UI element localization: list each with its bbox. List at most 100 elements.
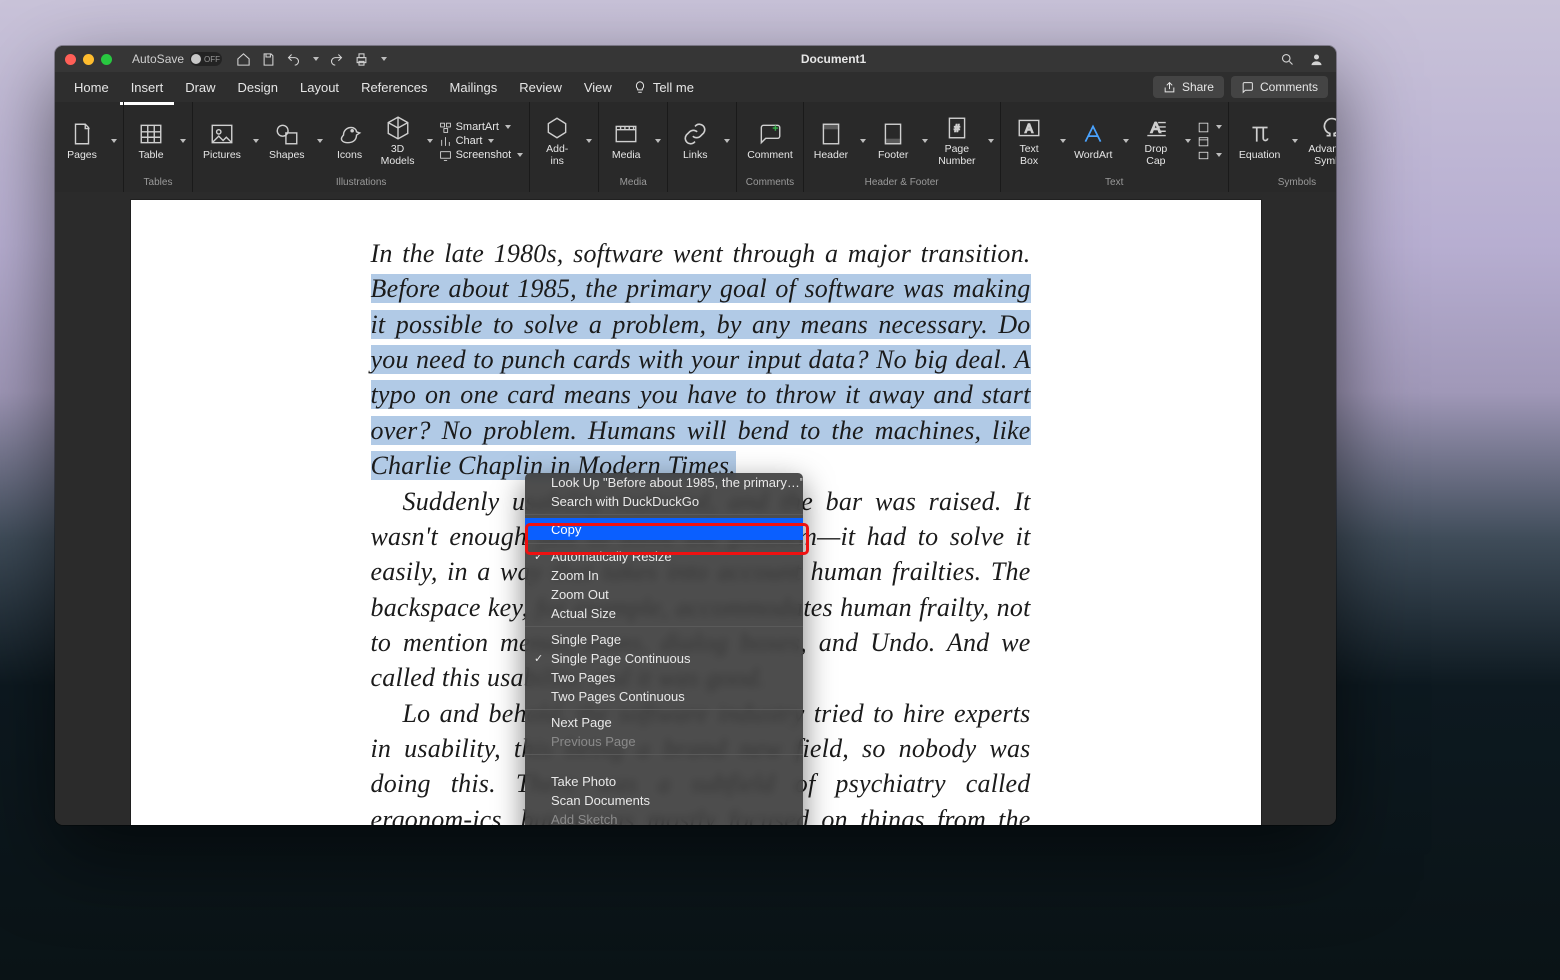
redo-icon[interactable]: [329, 52, 344, 67]
chevron-down-icon[interactable]: [1292, 139, 1298, 143]
addins-button[interactable]: Add-ins: [536, 113, 578, 169]
tab-review[interactable]: Review: [508, 72, 573, 102]
icons-button[interactable]: Icons: [329, 119, 371, 163]
date-icon: [1197, 135, 1210, 148]
tab-design[interactable]: Design: [227, 72, 289, 102]
chart-button[interactable]: Chart: [439, 135, 524, 148]
pictures-button[interactable]: Pictures: [199, 119, 245, 163]
dropcap-button[interactable]: ADrop Cap: [1135, 113, 1177, 169]
smartart-button[interactable]: SmartArt: [439, 121, 524, 134]
minimize-window-button[interactable]: [83, 54, 94, 65]
menu-scan-documents[interactable]: Scan Documents: [525, 791, 803, 810]
chevron-down-icon[interactable]: [724, 139, 730, 143]
group-links: Links: [668, 102, 737, 192]
chevron-down-icon[interactable]: [586, 139, 592, 143]
chevron-down-icon[interactable]: [111, 139, 117, 143]
chevron-down-icon[interactable]: [180, 139, 186, 143]
tab-mailings[interactable]: Mailings: [439, 72, 509, 102]
pages-button[interactable]: Pages: [61, 119, 103, 163]
menu-auto-resize[interactable]: Automatically Resize: [525, 547, 803, 566]
tab-view[interactable]: View: [573, 72, 623, 102]
screenshot-icon: [439, 149, 452, 162]
chevron-down-icon[interactable]: [922, 139, 928, 143]
chevron-down-icon[interactable]: [427, 139, 433, 143]
menu-two-continuous[interactable]: Two Pages Continuous: [525, 687, 803, 706]
group-tables: Table Tables: [124, 102, 193, 192]
comment-button[interactable]: Comment: [743, 119, 797, 163]
menu-actual-size[interactable]: Actual Size: [525, 604, 803, 623]
account-icon[interactable]: [1309, 52, 1324, 67]
link-icon: [682, 121, 708, 147]
titlebar: AutoSave OFF Document1: [55, 46, 1336, 72]
equation-button[interactable]: Equation: [1235, 119, 1284, 163]
menu-two-pages[interactable]: Two Pages: [525, 668, 803, 687]
chevron-down-icon[interactable]: [317, 139, 323, 143]
menu-single-continuous[interactable]: Single Page Continuous: [525, 649, 803, 668]
tab-home[interactable]: Home: [63, 72, 120, 102]
undo-dropdown-icon[interactable]: [313, 57, 319, 61]
chevron-down-icon[interactable]: [253, 139, 259, 143]
tab-layout[interactable]: Layout: [289, 72, 350, 102]
comments-button[interactable]: Comments: [1231, 76, 1328, 98]
3d-models-button[interactable]: 3D Models: [377, 113, 419, 169]
menu-single-page[interactable]: Single Page: [525, 630, 803, 649]
home-icon[interactable]: [236, 52, 251, 67]
chevron-down-icon[interactable]: [655, 139, 661, 143]
symbol-button[interactable]: Advanced Symbol: [1304, 113, 1336, 169]
menu-take-photo[interactable]: Take Photo: [525, 772, 803, 791]
menu-search-ddg[interactable]: Search with DuckDuckGo: [525, 492, 803, 511]
tell-me[interactable]: Tell me: [623, 80, 704, 95]
menu-zoom-out[interactable]: Zoom Out: [525, 585, 803, 604]
page-icon: [69, 121, 95, 147]
zoom-window-button[interactable]: [101, 54, 112, 65]
autosave-label: AutoSave: [132, 52, 184, 66]
menu-next-page[interactable]: Next Page: [525, 713, 803, 732]
textbox-button[interactable]: AText Box: [1007, 113, 1052, 169]
tab-draw[interactable]: Draw: [174, 72, 226, 102]
text-extra-2[interactable]: [1197, 135, 1222, 148]
text-selection: Before about 1985, the primary goal of s…: [371, 274, 1031, 480]
comments-icon: [1241, 81, 1254, 94]
links-button[interactable]: Links: [674, 119, 716, 163]
menu-device-header: [525, 758, 803, 772]
share-icon: [1163, 81, 1176, 94]
chevron-down-icon[interactable]: [1060, 139, 1066, 143]
close-window-button[interactable]: [65, 54, 76, 65]
page-number-button[interactable]: #Page Number: [934, 113, 979, 169]
chevron-down-icon[interactable]: [1123, 139, 1129, 143]
svg-text:A: A: [1025, 121, 1033, 135]
autosave-control[interactable]: AutoSave OFF: [132, 52, 222, 66]
media-button[interactable]: Media: [605, 119, 647, 163]
ribbon: Pages Table Tables Pictures Shapes Icons…: [55, 102, 1336, 193]
chevron-down-icon[interactable]: [1185, 139, 1191, 143]
menu-lookup[interactable]: Look Up "Before about 1985, the primary……: [525, 473, 803, 492]
header-button[interactable]: Header: [810, 119, 852, 163]
menu-copy[interactable]: Copy: [525, 518, 803, 540]
chart-icon: [439, 135, 452, 148]
group-pages: Pages: [55, 102, 124, 192]
shapes-button[interactable]: Shapes: [265, 119, 309, 163]
undo-icon[interactable]: [286, 52, 301, 67]
footer-icon: [880, 121, 906, 147]
footer-button[interactable]: Footer: [872, 119, 914, 163]
menu-prev-page: Previous Page: [525, 732, 803, 751]
autosave-switch-off[interactable]: OFF: [190, 52, 222, 66]
wordart-button[interactable]: WordArt: [1072, 119, 1115, 163]
group-addins: Add-ins: [530, 102, 599, 192]
search-icon[interactable]: [1280, 52, 1295, 67]
share-button[interactable]: Share: [1153, 76, 1224, 98]
picture-icon: [209, 121, 235, 147]
tab-references[interactable]: References: [350, 72, 438, 102]
save-icon[interactable]: [261, 52, 276, 67]
text-extra-1[interactable]: [1197, 121, 1222, 134]
omega-icon: [1319, 115, 1336, 141]
text-extra-3[interactable]: [1197, 149, 1222, 162]
print-icon[interactable]: [354, 52, 369, 67]
table-button[interactable]: Table: [130, 119, 172, 163]
tab-insert[interactable]: Insert: [120, 69, 175, 105]
screenshot-button[interactable]: Screenshot: [439, 149, 524, 162]
dropcap-icon: A: [1143, 115, 1169, 141]
chevron-down-icon[interactable]: [860, 139, 866, 143]
chevron-down-icon[interactable]: [988, 139, 994, 143]
menu-zoom-in[interactable]: Zoom In: [525, 566, 803, 585]
